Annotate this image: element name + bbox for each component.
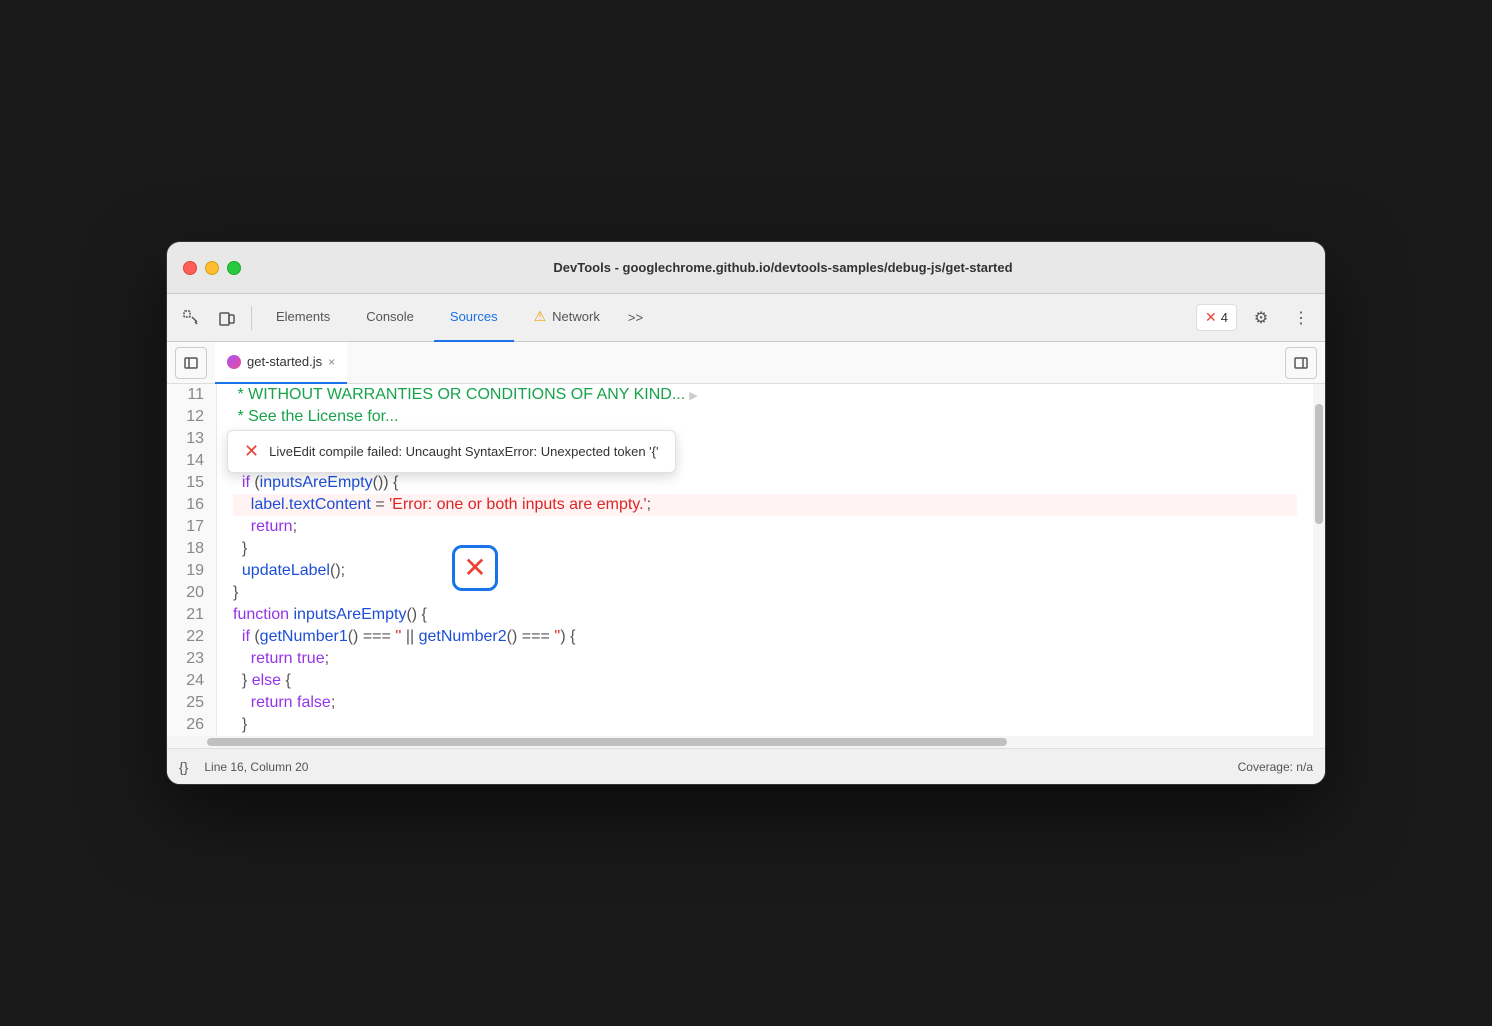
- sidebar-toggle-button[interactable]: [175, 347, 207, 379]
- code-line-24: } else {: [233, 670, 1297, 692]
- line-num-16: 16: [179, 494, 204, 516]
- tab-console[interactable]: Console: [350, 294, 430, 342]
- line-num-25: 25: [179, 692, 204, 714]
- line-num-13: 13: [179, 428, 204, 450]
- settings-icon[interactable]: ⚙: [1245, 302, 1277, 334]
- close-button[interactable]: [183, 261, 197, 275]
- minimize-button[interactable]: [205, 261, 219, 275]
- vertical-scrollbar[interactable]: [1313, 384, 1325, 736]
- file-tab-name: get-started.js: [247, 354, 322, 369]
- maximize-button[interactable]: [227, 261, 241, 275]
- code-line-12: * See the License for...: [233, 406, 1297, 428]
- error-tooltip-icon: ✕: [244, 441, 259, 462]
- code-line-25: return false ;: [233, 692, 1297, 714]
- code-line-15: if ( inputsAreEmpty ()) {: [233, 472, 1297, 494]
- code-line-22: if ( getNumber1 () === '' || getNumber2 …: [233, 626, 1297, 648]
- coverage-status: Coverage: n/a: [1238, 760, 1313, 774]
- device-toggle-icon[interactable]: [211, 302, 243, 334]
- line-num-14: 14: [179, 450, 204, 472]
- code-line-21: function inputsAreEmpty () {: [233, 604, 1297, 626]
- line-num-21: 21: [179, 604, 204, 626]
- tab-network[interactable]: ⚠ Network: [518, 294, 616, 342]
- line-num-11: 11: [179, 384, 204, 406]
- more-tabs-button[interactable]: >>: [620, 310, 651, 325]
- line-numbers: 11 12 13 14 15 16 17 18 19 20 21 22 23 2…: [167, 384, 217, 736]
- tab-elements[interactable]: Elements: [260, 294, 346, 342]
- code-line-23: return true ;: [233, 648, 1297, 670]
- vertical-scrollbar-thumb[interactable]: [1315, 404, 1323, 524]
- code-area: ✕ LiveEdit compile failed: Uncaught Synt…: [167, 384, 1325, 748]
- error-badge[interactable]: ✕ 4: [1196, 304, 1237, 331]
- tab-sources[interactable]: Sources: [434, 294, 514, 342]
- line-num-18: 18: [179, 538, 204, 560]
- line-num-22: 22: [179, 626, 204, 648]
- line-num-12: 12: [179, 406, 204, 428]
- devtools-window: DevTools - googlechrome.github.io/devtoo…: [166, 241, 1326, 785]
- error-tooltip-message: LiveEdit compile failed: Uncaught Syntax…: [269, 444, 658, 459]
- error-tooltip: ✕ LiveEdit compile failed: Uncaught Synt…: [227, 430, 676, 473]
- horizontal-scrollbar-thumb[interactable]: [207, 738, 1007, 746]
- more-options-icon[interactable]: ⋮: [1285, 302, 1317, 334]
- line-num-17: 17: [179, 516, 204, 538]
- code-line-18: }: [233, 538, 1297, 560]
- code-line-19: updateLabel ();: [233, 560, 1297, 582]
- line-num-20: 20: [179, 582, 204, 604]
- collapse-right-button[interactable]: [1285, 347, 1317, 379]
- line-num-24: 24: [179, 670, 204, 692]
- code-line-16: label . textContent = 'Error: one or bot…: [233, 494, 1297, 516]
- toolbar-right: ✕ 4 ⚙ ⋮: [1196, 302, 1317, 334]
- horizontal-scrollbar[interactable]: [167, 736, 1325, 748]
- file-tab-close-button[interactable]: ×: [328, 355, 335, 369]
- code-line-17: return ;: [233, 516, 1297, 538]
- error-circle-icon: ✕: [463, 554, 486, 582]
- toolbar-divider-1: [251, 306, 252, 330]
- line-num-15: 15: [179, 472, 204, 494]
- status-bar: {} Line 16, Column 20 Coverage: n/a: [167, 748, 1325, 784]
- file-tab-color-icon: [227, 355, 241, 369]
- format-braces-icon[interactable]: {}: [179, 759, 188, 775]
- devtools-toolbar: Elements Console Sources ⚠ Network >> ✕ …: [167, 294, 1325, 342]
- file-tabs-bar: get-started.js ×: [167, 342, 1325, 384]
- file-tab-get-started[interactable]: get-started.js ×: [215, 342, 347, 384]
- line-num-26: 26: [179, 714, 204, 736]
- error-badge-icon: ✕: [1205, 309, 1217, 326]
- code-line-26: }: [233, 714, 1297, 736]
- code-line-11: * WITHOUT WARRANTIES OR CONDITIONS OF AN…: [233, 384, 1297, 406]
- line-num-19: 19: [179, 560, 204, 582]
- error-count: 4: [1221, 310, 1228, 325]
- select-element-icon[interactable]: [175, 302, 207, 334]
- title-bar: DevTools - googlechrome.github.io/devtoo…: [167, 242, 1325, 294]
- line-num-23: 23: [179, 648, 204, 670]
- error-circle-overlay: ✕: [452, 545, 498, 591]
- window-title: DevTools - googlechrome.github.io/devtoo…: [257, 260, 1309, 275]
- network-warning-icon: ⚠: [534, 308, 547, 325]
- cursor-position: Line 16, Column 20: [204, 760, 308, 774]
- code-line-20: }: [233, 582, 1297, 604]
- traffic-lights: [183, 261, 241, 275]
